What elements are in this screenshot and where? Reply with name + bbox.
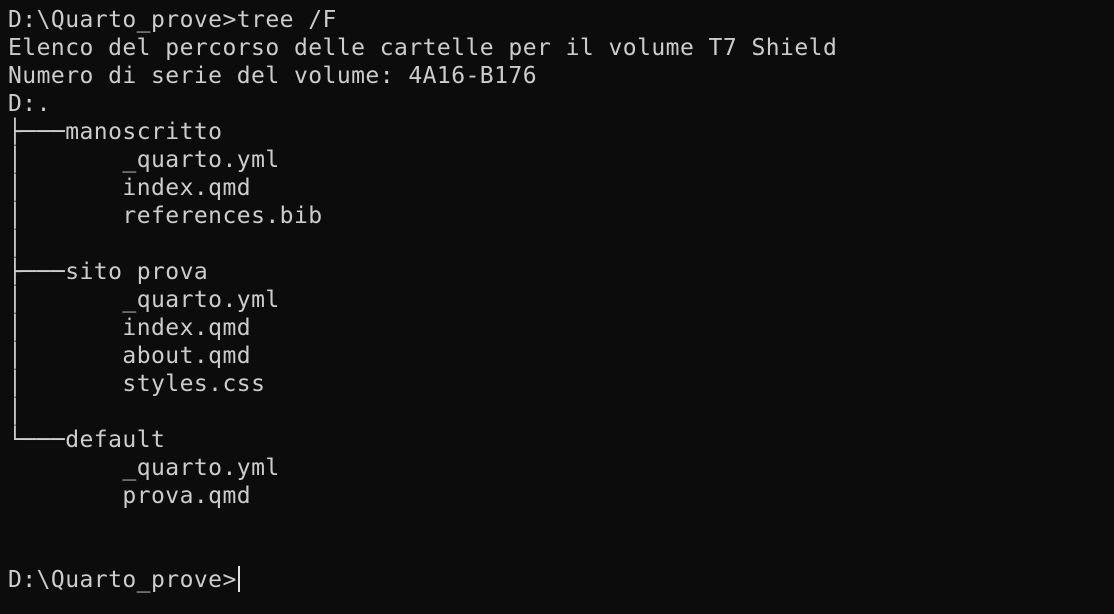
text-cursor <box>237 566 240 592</box>
file-row: │ styles.css <box>8 370 1114 398</box>
file-name: _quarto.yml <box>122 287 280 313</box>
command-line: D:\Quarto_prove>tree /F <box>8 6 1114 34</box>
file-row: │ _quarto.yml <box>8 146 1114 174</box>
file-name: about.qmd <box>122 343 252 369</box>
file-row: prova.qmd <box>8 482 1114 510</box>
tree-branch: ├─── <box>8 259 66 285</box>
tree-gap-row: │ <box>8 399 23 425</box>
tree-root: D:. <box>8 91 51 117</box>
tree-guide: │ <box>8 203 123 229</box>
tree-guide: │ <box>8 147 123 173</box>
command-text: tree /F <box>236 7 337 33</box>
file-row: │ about.qmd <box>8 342 1114 370</box>
file-row: │ _quarto.yml <box>8 286 1114 314</box>
folder-row-default: └───default <box>8 426 1114 454</box>
folder-row-manoscritto: ├───manoscritto <box>8 118 1114 146</box>
tree-branch: ├─── <box>8 119 66 145</box>
file-row: │ index.qmd <box>8 314 1114 342</box>
volume-serial-line: Numero di serie del volume: 4A16-B176 <box>8 63 537 89</box>
file-row: _quarto.yml <box>8 454 1114 482</box>
file-row: │ references.bib <box>8 202 1114 230</box>
tree-guide: │ <box>8 343 123 369</box>
prompt: D:\Quarto_prove> <box>8 567 237 593</box>
file-name: index.qmd <box>122 315 252 341</box>
folder-row-sito-prova: ├───sito prova <box>8 258 1114 286</box>
file-name: _quarto.yml <box>122 147 280 173</box>
tree-guide: │ <box>8 287 123 313</box>
tree-guide <box>8 455 122 481</box>
input-line[interactable]: D:\Quarto_prove> <box>8 566 1114 594</box>
tree-guide <box>8 483 122 509</box>
file-name: prova.qmd <box>122 483 252 509</box>
file-name: references.bib <box>122 203 323 229</box>
tree-guide: │ <box>8 315 123 341</box>
folder-name: default <box>65 427 166 453</box>
tree-guide: │ <box>8 175 123 201</box>
folder-name: manoscritto <box>65 119 223 145</box>
volume-label-line: Elenco del percorso delle cartelle per i… <box>8 35 838 61</box>
folder-name: sito prova <box>65 259 209 285</box>
file-name: styles.css <box>122 371 266 397</box>
tree-branch: └─── <box>8 427 66 453</box>
terminal-output: D:\Quarto_prove>tree /F Elenco del perco… <box>8 6 1114 614</box>
file-row: │ index.qmd <box>8 174 1114 202</box>
tree-guide: │ <box>8 371 123 397</box>
file-name: _quarto.yml <box>122 455 280 481</box>
prompt: D:\Quarto_prove> <box>8 7 237 33</box>
tree-gap-row: │ <box>8 231 23 257</box>
file-name: index.qmd <box>122 175 252 201</box>
